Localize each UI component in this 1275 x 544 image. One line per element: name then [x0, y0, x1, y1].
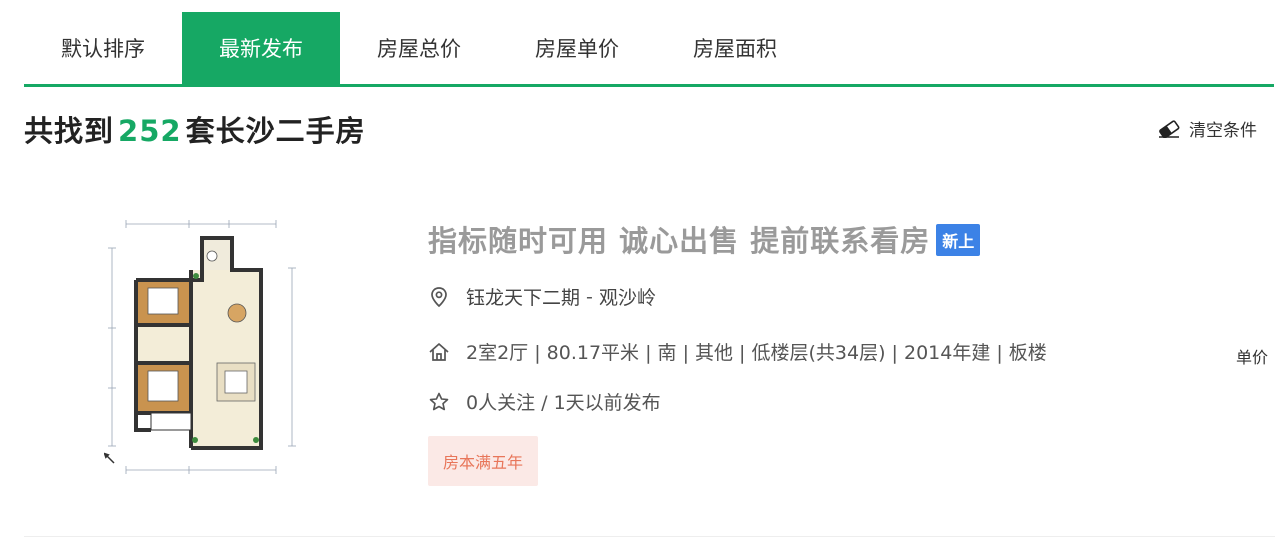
result-suffix: 套长沙二手房: [185, 114, 366, 148]
result-count: 252: [118, 114, 182, 148]
tab-total-price[interactable]: 房屋总价: [340, 12, 498, 84]
tag-five-years: 房本满五年: [428, 436, 539, 486]
location-separator: -: [580, 285, 599, 308]
follow-info: 0人关注 / 1天以前发布: [428, 388, 661, 415]
listing-item: 指标随时可用 诚心出售 提前联系看房 新上 钰龙天下二期 - 观沙岭 2室2厅 |…: [24, 190, 1275, 537]
star-icon: [429, 392, 449, 410]
district-link[interactable]: 观沙岭: [599, 283, 656, 310]
new-badge: 新上: [936, 224, 981, 256]
listing-location: 钰龙天下二期 - 观沙岭: [428, 283, 656, 310]
follow-info-text: 0人关注 / 1天以前发布: [466, 392, 661, 414]
eraser-icon: [1159, 119, 1180, 138]
location-pin-icon: [431, 286, 447, 307]
sort-tabs: 默认排序 最新发布 房屋总价 房屋单价 房屋面积: [24, 12, 1274, 87]
unit-price-label: 单价: [1235, 348, 1268, 367]
floorplan-image[interactable]: [104, 208, 304, 483]
clear-filter-label: 清空条件: [1189, 121, 1257, 141]
listing-title-link[interactable]: 指标随时可用 诚心出售 提前联系看房 新上: [428, 218, 981, 260]
house-icon: [429, 342, 449, 361]
community-link[interactable]: 钰龙天下二期: [466, 283, 580, 310]
house-info-text: 2室2厅 | 80.17平米 | 南 | 其他 | 低楼层(共34层) | 20…: [466, 342, 1047, 364]
tab-default-sort[interactable]: 默认排序: [24, 12, 182, 84]
tab-area[interactable]: 房屋面积: [656, 12, 814, 84]
result-count-heading: 共找到 252 套长沙二手房: [24, 108, 366, 150]
tab-newest[interactable]: 最新发布: [182, 12, 340, 84]
house-info: 2室2厅 | 80.17平米 | 南 | 其他 | 低楼层(共34层) | 20…: [428, 338, 1047, 365]
clear-filter-button[interactable]: 清空条件: [1157, 116, 1257, 141]
result-prefix: 共找到: [24, 114, 115, 148]
tab-unit-price[interactable]: 房屋单价: [498, 12, 656, 84]
listing-title-text: 指标随时可用 诚心出售 提前联系看房: [428, 224, 931, 258]
